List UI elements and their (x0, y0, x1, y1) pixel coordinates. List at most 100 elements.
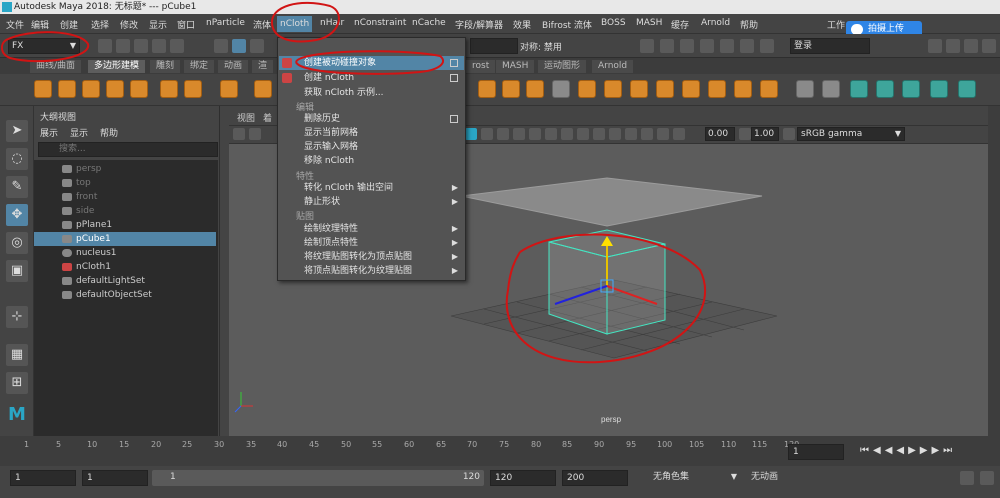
outliner-item-persp[interactable]: persp (34, 162, 216, 176)
shelf-tab-sculpt[interactable]: 雕刻 (150, 60, 181, 73)
outliner-search-input[interactable]: 搜索... (38, 142, 218, 157)
ipr-icon[interactable] (720, 39, 734, 53)
menu-item-get-ncloth-example[interactable]: 获取 nCloth 示例... (279, 86, 464, 100)
poly-cube-icon[interactable] (58, 80, 76, 98)
menu-item-create-ncloth[interactable]: 创建 nCloth (279, 71, 464, 85)
shelf-tab-motiongraphics[interactable]: 运动图形 (538, 60, 587, 73)
shelf-tab-anim[interactable]: 动画 (218, 60, 249, 73)
snap-field[interactable] (470, 38, 518, 54)
pplane1-mesh[interactable] (460, 177, 763, 227)
menu-item-create-passive-collider[interactable]: 创建被动碰撞对象 (279, 56, 464, 70)
menu-fluids[interactable]: 流体 (253, 18, 271, 31)
playback-end-field[interactable]: 120 (490, 470, 556, 486)
timeline-ruler[interactable]: 1 5 10 15 20 25 30 35 40 45 50 55 60 65 70 75 80 85 90 95 10… (20, 440, 848, 462)
paint-select-icon[interactable]: ✎ (6, 176, 28, 198)
right-side-tabs[interactable] (988, 106, 1000, 436)
menu-window[interactable]: 窗口 (177, 18, 195, 31)
symmetry-dropdown[interactable] (520, 38, 620, 54)
tool-settings-icon[interactable] (964, 39, 978, 53)
smooth-icon[interactable] (526, 80, 544, 98)
wireframe-icon[interactable] (497, 128, 509, 140)
anim-start-field[interactable]: 1 (10, 470, 76, 486)
outliner-item-ncloth1[interactable]: nCloth1 (34, 260, 216, 274)
grid-toggle-icon[interactable] (481, 128, 493, 140)
poly-cone-icon[interactable] (106, 80, 124, 98)
redo-icon[interactable] (170, 39, 184, 53)
outliner-item-pplane1[interactable]: pPlane1 (34, 218, 216, 232)
menu-modify[interactable]: 修改 (120, 18, 138, 31)
outliner-menu-help[interactable]: 帮助 (100, 126, 118, 139)
shelf-tab-polygon[interactable]: 多边形建模 (88, 60, 146, 73)
select-tool-icon[interactable]: ➤ (6, 120, 28, 142)
outliner-item-front[interactable]: front (34, 190, 216, 204)
last-tool-icon[interactable]: ⊹ (6, 306, 28, 328)
modeling-toolkit-icon[interactable] (982, 39, 996, 53)
pause-icon[interactable] (740, 39, 754, 53)
open-scene-icon[interactable] (116, 39, 130, 53)
smooth-shade-icon[interactable] (513, 128, 525, 140)
menu-display[interactable]: 显示 (149, 18, 167, 31)
combine-icon[interactable] (478, 80, 496, 98)
snap-curve-icon[interactable] (660, 39, 674, 53)
separate-icon[interactable] (502, 80, 520, 98)
shelf-tab-bifrost[interactable]: rost (466, 60, 496, 73)
outliner-item-nucleus1[interactable]: nucleus1 (34, 246, 216, 260)
option-box-icon[interactable] (450, 115, 458, 123)
shelf-tab-mash[interactable]: MASH (496, 60, 535, 73)
outliner-item-defaultobjectset[interactable]: defaultObjectSet (34, 288, 216, 302)
time-slider[interactable]: 1 5 10 15 20 25 30 35 40 45 50 55 60 65 70 75 80 85 90 95 10… (0, 436, 1000, 466)
outliner-menu-display[interactable]: 显示 (70, 126, 88, 139)
xray-icon[interactable] (465, 128, 477, 140)
colorspace-toggle-icon[interactable] (783, 128, 795, 140)
exposure-icon[interactable] (673, 128, 685, 140)
multi-cut-icon[interactable] (760, 80, 778, 98)
scale-tool-icon[interactable]: ▣ (6, 260, 28, 282)
poly-disc-icon[interactable] (184, 80, 202, 98)
draw-icon[interactable] (796, 80, 814, 98)
shelf-tab-arnold[interactable]: Arnold (592, 60, 634, 73)
frame-sel-icon[interactable] (641, 128, 653, 140)
undo-icon[interactable] (152, 39, 166, 53)
outliner-item-pcube1[interactable]: pCube1 (34, 232, 216, 246)
select-hierarchy-icon[interactable] (214, 39, 228, 53)
target-weld-icon[interactable] (734, 80, 752, 98)
render-icon[interactable] (700, 39, 714, 53)
merge-icon[interactable] (708, 80, 726, 98)
menu-nhair[interactable]: nHair (320, 18, 344, 28)
exposure-field[interactable]: 0.00 (705, 127, 735, 141)
menu-nparticle[interactable]: nParticle (206, 18, 245, 28)
menu-help[interactable]: 帮助 (740, 18, 758, 31)
poly-cylinder-icon[interactable] (82, 80, 100, 98)
isolate-icon[interactable] (609, 128, 621, 140)
menu-item-display-current-mesh[interactable]: 显示当前网格 (279, 126, 464, 140)
menu-cache[interactable]: 缓存 (671, 18, 689, 31)
anim-layer-dropdown[interactable]: 无动画 (748, 470, 796, 486)
menu-item-texture-to-vertex[interactable]: 将纹理贴图转化为顶点贴图 ▶ (279, 250, 464, 264)
poly-torus-icon[interactable] (130, 80, 148, 98)
select-object-icon[interactable] (232, 39, 246, 53)
uv-auto-icon[interactable] (930, 80, 948, 98)
current-frame-field[interactable]: 1 (788, 444, 844, 460)
textured-icon[interactable] (529, 128, 541, 140)
auto-key-icon[interactable] (960, 471, 974, 485)
snap-grid-icon[interactable] (640, 39, 654, 53)
outliner-menu-show[interactable]: 展示 (40, 126, 58, 139)
menu-ncloth[interactable]: nCloth (277, 16, 313, 32)
fill-hole-icon[interactable] (682, 80, 700, 98)
menu-edit[interactable]: 编辑 (31, 18, 49, 31)
uv-sphere-icon[interactable] (902, 80, 920, 98)
uv-editor-icon[interactable] (958, 80, 976, 98)
playback-controls[interactable]: ⏮◀◀◀▶▶▶⏭ (860, 445, 956, 456)
single-view-icon[interactable]: ▦ (6, 344, 28, 366)
menu-arnold[interactable]: Arnold (701, 18, 730, 28)
shelf-tab-curves[interactable]: 曲线/曲面 (30, 60, 82, 73)
menu-item-remove-ncloth[interactable]: 移除 nCloth (279, 154, 464, 168)
anim-end-field[interactable]: 200 (562, 470, 628, 486)
viewport-menu-shading[interactable]: 着 (263, 111, 272, 124)
gamma-icon[interactable] (739, 128, 751, 140)
extrude-icon[interactable] (604, 80, 622, 98)
new-scene-icon[interactable] (98, 39, 112, 53)
four-view-icon[interactable]: ⊞ (6, 372, 28, 394)
shadows-icon[interactable] (561, 128, 573, 140)
range-slider[interactable]: 1 120 (152, 470, 484, 486)
